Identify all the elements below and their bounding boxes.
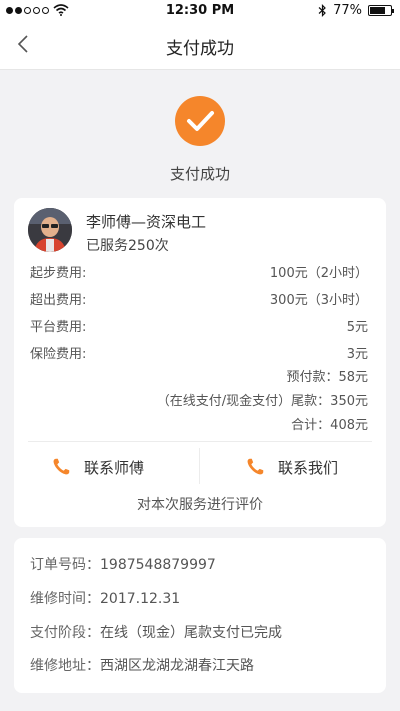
battery-percent: 77% [333, 3, 362, 18]
page-title: 支付成功 [166, 39, 234, 59]
contact-master-label: 联系师傅 [84, 458, 145, 477]
contact-us-button[interactable]: 联系我们 [244, 454, 338, 480]
fee-value: 5元 [346, 320, 368, 335]
status-right: 77% [318, 3, 394, 18]
total-amount: 合计：408元 [291, 418, 368, 433]
worker-service-count: 已服务250次 [86, 238, 169, 254]
payment-stage-row: 支付阶段：在线（现金）尾款支付已完成 [30, 622, 282, 642]
order-info-card: 订单号码：1987548879997 维修时间：2017.12.31 支付阶段：… [14, 538, 386, 693]
repair-time-label: 维修时间： [30, 591, 100, 607]
phone-icon [247, 458, 264, 475]
order-number-value: 1987548879997 [100, 557, 216, 573]
fee-label: 超出费用: [30, 293, 87, 308]
contact-master-button[interactable]: 联系师傅 [50, 454, 144, 480]
prepaid-amount: 预付款：58元 [286, 370, 368, 385]
order-number-label: 订单号码： [30, 557, 100, 573]
bluetooth-icon [318, 4, 326, 17]
divider [199, 448, 200, 484]
status-bar: 12:30 PM 77% [0, 0, 400, 22]
worker-name: 李师傅—资深电工 [86, 213, 207, 231]
repair-time-row: 维修时间：2017.12.31 [30, 588, 180, 608]
payment-summary-card: 李师傅—资深电工 已服务250次 起步费用: 100元（2小时） 超出费用: 3… [14, 198, 386, 527]
fee-value: 100元（2小时） [269, 266, 368, 281]
nav-bar: 支付成功 [0, 22, 400, 70]
divider [28, 441, 372, 442]
success-message: 支付成功 [169, 165, 230, 183]
repair-address-value: 西湖区龙湖龙湖春江天路 [100, 658, 254, 674]
payment-stage-value: 在线（现金）尾款支付已完成 [100, 625, 282, 641]
fee-value: 300元（3小时） [269, 293, 368, 308]
success-check-icon [175, 96, 225, 146]
repair-time-value: 2017.12.31 [100, 591, 181, 607]
repair-address-row: 维修地址：西湖区龙湖龙湖春江天路 [30, 655, 254, 675]
fee-label: 保险费用: [30, 347, 87, 362]
fee-label: 起步费用: [30, 266, 87, 281]
contact-us-label: 联系我们 [278, 458, 339, 477]
fee-row: 平台费用: 5元 [30, 316, 368, 336]
phone-icon [53, 458, 70, 475]
fee-value: 3元 [346, 347, 368, 362]
avatar [28, 208, 72, 252]
payment-stage-label: 支付阶段： [30, 625, 100, 641]
fee-row: 超出费用: 300元（3小时） [30, 289, 368, 309]
repair-address-label: 维修地址： [30, 658, 100, 674]
fee-row: 保险费用: 3元 [30, 343, 368, 363]
rate-service-link[interactable]: 对本次服务进行评价 [14, 494, 386, 514]
battery-icon [368, 5, 394, 16]
fee-row: 起步费用: 100元（2小时） [30, 262, 368, 282]
final-payment-amount: （在线支付/现金支付）尾款：350元 [156, 394, 368, 409]
fee-label: 平台费用: [30, 320, 87, 335]
order-number-row: 订单号码：1987548879997 [30, 554, 216, 574]
